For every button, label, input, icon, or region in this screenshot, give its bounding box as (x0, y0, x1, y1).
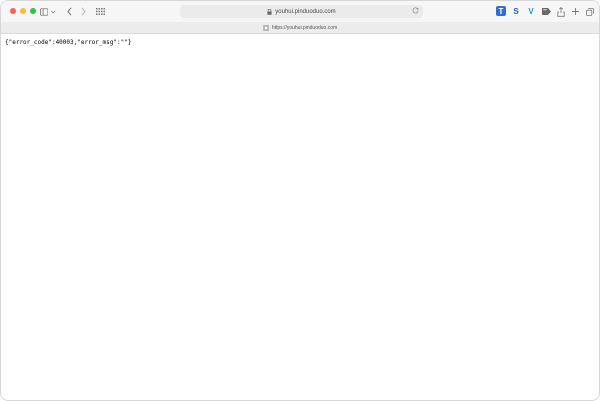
v-extension-icon[interactable]: V (526, 6, 536, 16)
forward-button[interactable] (79, 6, 87, 17)
browser-window: youhui.pinduoduo.com T S V https://youhu… (0, 0, 600, 401)
lock-icon (267, 8, 272, 15)
chevron-right-icon (81, 7, 86, 16)
address-url: youhui.pinduoduo.com (275, 8, 336, 15)
reload-button[interactable] (412, 7, 419, 17)
tab-bar: https://youhui.pinduoduo.com (1, 22, 599, 34)
chevron-left-icon (66, 7, 71, 16)
back-button[interactable] (65, 6, 73, 17)
translate-extension-icon[interactable]: T (496, 6, 506, 16)
tab-overview-button[interactable] (95, 6, 105, 17)
grid-icon (95, 8, 105, 15)
tab-title[interactable]: https://youhui.pinduoduo.com (272, 25, 337, 31)
show-tabs-button[interactable] (585, 6, 594, 17)
new-tab-button[interactable] (571, 6, 579, 17)
browser-toolbar: youhui.pinduoduo.com T S V (1, 1, 599, 23)
page-body-text: {"error_code":40003,"error_msg":""} (5, 39, 132, 46)
zoom-window-button[interactable] (30, 8, 36, 14)
close-window-button[interactable] (10, 8, 16, 14)
sidebar-toggle-button[interactable] (40, 6, 56, 17)
plus-icon (571, 8, 579, 15)
share-button[interactable] (556, 6, 565, 17)
s-extension-icon[interactable]: S (511, 6, 521, 16)
page-favicon-icon (262, 24, 269, 31)
tabs-icon (585, 7, 594, 16)
sidebar-icon (40, 7, 49, 16)
window-controls (10, 8, 36, 14)
minimize-window-button[interactable] (20, 8, 26, 14)
chevron-down-icon (51, 10, 56, 13)
share-icon (556, 6, 565, 17)
reload-icon (412, 7, 419, 14)
bookmark-extension-icon[interactable] (541, 6, 551, 16)
address-bar[interactable]: youhui.pinduoduo.com (180, 5, 423, 18)
